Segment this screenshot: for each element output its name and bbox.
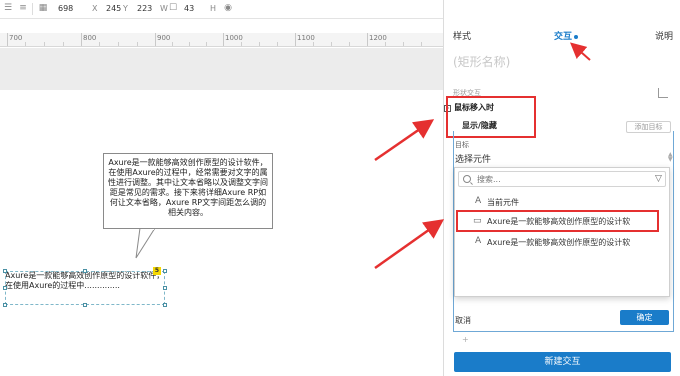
lock-ratio-icon[interactable]: ☐ — [168, 3, 178, 13]
filter-icon[interactable]: ▽ — [655, 174, 662, 184]
resize-handle[interactable] — [163, 269, 167, 273]
shape-name-field[interactable]: (矩形名称) — [453, 53, 673, 70]
select-element-dropdown[interactable]: 选择元件 — [455, 152, 491, 165]
y-label: Y — [123, 4, 128, 13]
ruler-label: 900 — [157, 34, 171, 42]
h-input[interactable]: 43 — [184, 2, 194, 16]
tab-notes[interactable]: 说明 — [655, 29, 673, 42]
search-icon — [463, 175, 471, 183]
w-input[interactable]: 223 — [137, 2, 152, 16]
annotation-highlight-box — [446, 96, 536, 138]
search-box: ▽ — [458, 171, 666, 187]
x-label: X — [92, 4, 98, 13]
text-widget[interactable]: Axure是一款能够高效创作原型的设计软件，在使用Axure的过程中......… — [5, 271, 165, 305]
chevron-updown-icon[interactable]: ▲ ▼ — [668, 152, 673, 163]
text-icon: A — [475, 236, 482, 246]
resize-handle[interactable] — [163, 303, 167, 307]
ruler-label: 1100 — [297, 34, 315, 42]
target-label: 目标 — [455, 141, 469, 149]
add-icon[interactable]: + — [462, 335, 469, 344]
inspector-tabs: 样式 交互 说明 — [444, 26, 680, 48]
callout-shape[interactable]: Axure是一款能够高效创作原型的设计软件，在使用Axure的过程中，经常需要对… — [103, 153, 273, 229]
grid-icon[interactable]: ▦ — [38, 3, 48, 13]
ruler-label: 700 — [9, 34, 23, 42]
horizontal-ruler: 700 800 900 1000 1100 1200 — [0, 33, 443, 47]
resize-handle[interactable] — [83, 303, 87, 307]
cancel-button[interactable]: 取消 — [455, 315, 471, 326]
axure-workspace: ☰ ≡ ▦ 698 X 245 Y 223 W ☐ 43 H ◉ 700 800… — [0, 0, 680, 376]
x-input[interactable]: 698 — [58, 2, 73, 16]
ruler-label: 1200 — [369, 34, 387, 42]
element-dropdown-menu: ▽ A 当前元件 ▭ Axure是一款能够高效创作原型的设计软 A Axure是… — [454, 167, 670, 297]
tab-interaction[interactable]: 交互 — [554, 29, 579, 42]
add-target-button[interactable]: 添加目标 — [626, 121, 671, 133]
resize-handle[interactable] — [3, 303, 7, 307]
expand-icon[interactable] — [658, 88, 668, 98]
distribute-icon[interactable]: ≡ — [18, 3, 28, 13]
list-item-label: 当前元件 — [487, 198, 519, 207]
tab-style[interactable]: 样式 — [453, 29, 471, 42]
align-icon[interactable]: ☰ — [3, 3, 13, 13]
resize-handle[interactable] — [3, 286, 7, 290]
resize-handle[interactable] — [83, 269, 87, 273]
interaction-count-badge: 5 — [153, 267, 161, 275]
text-icon: A — [475, 196, 482, 206]
y-input[interactable]: 245 — [106, 2, 121, 16]
ruler-label: 1000 — [225, 34, 243, 42]
search-input[interactable] — [477, 173, 637, 185]
list-item[interactable]: A 当前元件 — [455, 194, 669, 210]
active-dot-icon — [574, 34, 579, 39]
confirm-button[interactable]: 确定 — [620, 310, 669, 325]
tab-interaction-label: 交互 — [554, 32, 573, 42]
canvas-offpage-area — [0, 48, 443, 90]
toolbar: ☰ ≡ ▦ 698 X 245 Y 223 W ☐ 43 H ◉ — [0, 0, 443, 19]
w-label: W — [160, 4, 168, 13]
canvas-page[interactable] — [0, 90, 443, 376]
inspector-panel: 样式 交互 说明 (矩形名称) 形状交互 - 鼠标移入时 显示/隐藏 添加目标 目… — [443, 0, 680, 376]
new-interaction-button[interactable]: 新建交互 — [454, 352, 671, 372]
visibility-eye-icon[interactable]: ◉ — [222, 3, 234, 13]
list-item[interactable]: A Axure是一款能够高效创作原型的设计软 — [455, 234, 669, 250]
ruler-label: 800 — [83, 34, 97, 42]
list-item-label: Axure是一款能够高效创作原型的设计软 — [487, 238, 631, 247]
h-label: H — [210, 4, 217, 13]
resize-handle[interactable] — [163, 286, 167, 290]
annotation-highlight-box — [456, 210, 659, 232]
resize-handle[interactable] — [3, 269, 7, 273]
